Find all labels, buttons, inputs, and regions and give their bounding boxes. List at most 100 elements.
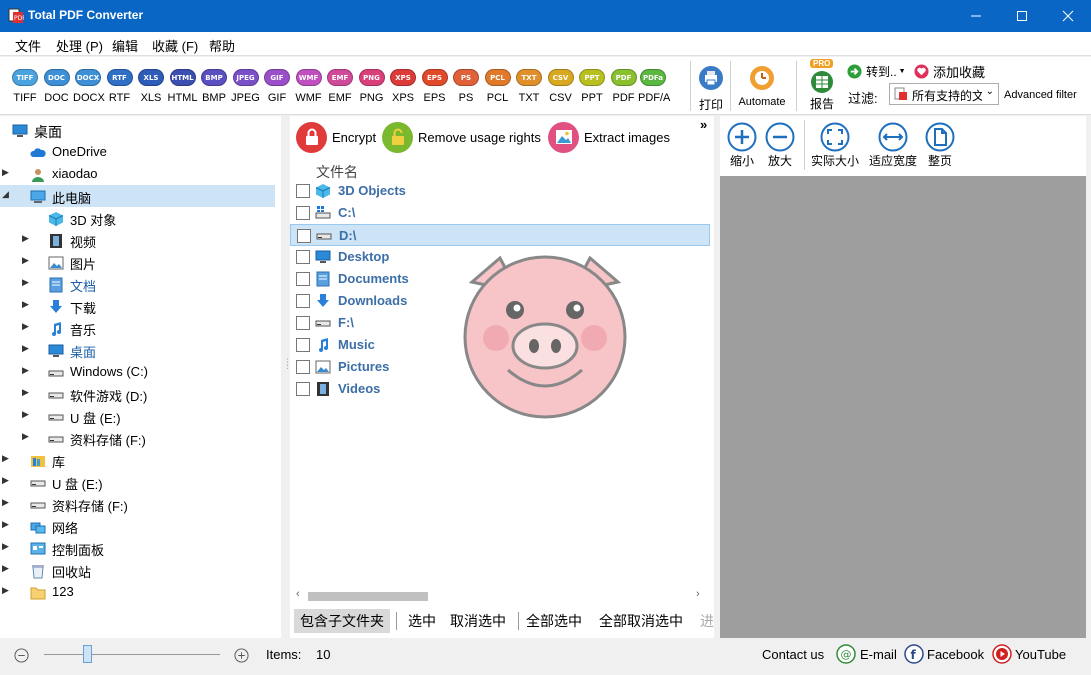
menu-process[interactable]: 处理 (P) bbox=[56, 36, 103, 55]
horizontal-scrollbar[interactable]: ‹ › bbox=[290, 588, 714, 605]
format-button-emf[interactable]: EMF EMF bbox=[325, 69, 355, 104]
file-checkbox[interactable] bbox=[296, 382, 310, 396]
format-button-xps[interactable]: XPS XPS bbox=[388, 69, 418, 104]
expand-arrow-icon[interactable]: ▶ bbox=[22, 299, 32, 310]
extract-images-button[interactable]: Extract images bbox=[548, 121, 670, 153]
format-button-txt[interactable]: TXT TXT bbox=[514, 69, 544, 104]
expand-arrow-icon[interactable]: ▶ bbox=[22, 365, 32, 376]
tree-item[interactable]: ▶ Windows (C:) bbox=[0, 361, 275, 383]
format-button-csv[interactable]: CSV CSV bbox=[546, 69, 576, 104]
expand-arrow-icon[interactable]: ▶ bbox=[2, 167, 12, 178]
menu-favorites[interactable]: 收藏 (F) bbox=[152, 36, 198, 55]
menu-edit[interactable]: 编辑 bbox=[112, 36, 138, 55]
file-checkbox[interactable] bbox=[296, 360, 310, 374]
more-selection-button[interactable]: 进 bbox=[694, 609, 714, 633]
tree-item[interactable]: OneDrive bbox=[0, 141, 275, 163]
tree-item[interactable]: 3D 对象 bbox=[0, 207, 275, 229]
include-subfolders-button[interactable]: 包含子文件夹 bbox=[294, 609, 390, 633]
close-button[interactable] bbox=[1045, 0, 1091, 32]
tree-item[interactable]: ▶ U 盘 (E:) bbox=[0, 471, 275, 493]
format-button-eps[interactable]: EPS EPS bbox=[420, 69, 450, 104]
file-checkbox[interactable] bbox=[296, 338, 310, 352]
tree-item[interactable]: ▶ 视频 bbox=[0, 229, 275, 251]
minimize-button[interactable] bbox=[953, 0, 999, 32]
column-header-filename[interactable]: 文件名 bbox=[316, 162, 358, 182]
zoom-plus-icon[interactable] bbox=[234, 648, 249, 663]
expand-arrow-icon[interactable]: ▶ bbox=[2, 563, 12, 574]
tree-item[interactable]: ▶ U 盘 (E:) bbox=[0, 405, 275, 427]
report-button[interactable]: PRO 报告 bbox=[804, 59, 840, 112]
format-button-html[interactable]: HTML HTML bbox=[168, 69, 198, 104]
file-checkbox[interactable] bbox=[296, 184, 310, 198]
expand-arrow-icon[interactable]: ▶ bbox=[2, 453, 12, 464]
file-row[interactable]: C:\ bbox=[290, 202, 710, 224]
actual-size-button[interactable]: 实际大小 bbox=[808, 122, 862, 169]
tree-item[interactable]: 桌面 bbox=[0, 119, 275, 141]
expand-arrow-icon[interactable]: ▶ bbox=[2, 519, 12, 530]
check-all-button[interactable]: 全部选中 bbox=[520, 609, 588, 633]
tree-item[interactable]: ▶ 网络 bbox=[0, 515, 275, 537]
tree-item[interactable]: ▶ 库 bbox=[0, 449, 275, 471]
automate-button[interactable]: Automate bbox=[736, 65, 788, 108]
file-checkbox[interactable] bbox=[296, 316, 310, 330]
format-button-doc[interactable]: DOC DOC bbox=[42, 69, 72, 104]
expand-arrow-icon[interactable]: ▶ bbox=[22, 277, 32, 288]
print-button[interactable]: 打印 bbox=[696, 65, 726, 113]
expand-arrow-icon[interactable]: ▶ bbox=[2, 585, 12, 596]
expand-arrow-icon[interactable]: ▶ bbox=[22, 255, 32, 266]
maximize-button[interactable] bbox=[999, 0, 1045, 32]
tree-item[interactable]: ▶ 音乐 bbox=[0, 317, 275, 339]
tree-item[interactable]: ▶ xiaodao bbox=[0, 163, 275, 185]
tree-item[interactable]: ▶ 桌面 bbox=[0, 339, 275, 361]
file-checkbox[interactable] bbox=[296, 206, 310, 220]
expand-arrow-icon[interactable]: ▶ bbox=[2, 475, 12, 486]
email-link[interactable]: @ E-mail bbox=[836, 644, 897, 664]
tree-item[interactable]: ▶ 回收站 bbox=[0, 559, 275, 581]
file-checkbox[interactable] bbox=[296, 294, 310, 308]
zoom-slider-track[interactable] bbox=[44, 654, 220, 655]
format-button-pdfa[interactable]: PDFa PDF/A bbox=[638, 69, 670, 104]
tree-item[interactable]: ▶ 软件游戏 (D:) bbox=[0, 383, 275, 405]
format-button-bmp[interactable]: BMP BMP bbox=[199, 69, 229, 104]
filter-select[interactable]: 所有支持的文 ⌄ bbox=[889, 83, 999, 105]
uncheck-all-button[interactable]: 全部取消选中 bbox=[593, 609, 689, 633]
expand-arrow-icon[interactable]: ▶ bbox=[22, 431, 32, 442]
uncheck-button[interactable]: 取消选中 bbox=[444, 609, 512, 633]
fit-width-button[interactable]: 适应宽度 bbox=[866, 122, 920, 169]
format-button-png[interactable]: PNG PNG bbox=[357, 69, 387, 104]
menu-help[interactable]: 帮助 bbox=[209, 36, 235, 55]
expand-arrow-icon[interactable]: ▶ bbox=[22, 409, 32, 420]
expand-arrow-icon[interactable]: ▶ bbox=[2, 497, 12, 508]
encrypt-button[interactable]: Encrypt bbox=[296, 121, 376, 153]
goto-button[interactable]: 转到.. ▼ bbox=[847, 61, 906, 81]
document-preview[interactable] bbox=[720, 176, 1086, 638]
left-splitter[interactable]: ⋮ ⋮ bbox=[281, 116, 292, 638]
format-button-gif[interactable]: GIF GIF bbox=[262, 69, 292, 104]
file-row[interactable]: D:\ bbox=[290, 224, 710, 246]
scroll-left-icon[interactable]: ‹ bbox=[296, 588, 300, 600]
scrollbar-thumb[interactable] bbox=[308, 592, 428, 601]
file-row[interactable]: 3D Objects bbox=[290, 180, 710, 202]
tree-item[interactable]: ▶ 资料存储 (F:) bbox=[0, 427, 275, 449]
expand-arrow-icon[interactable]: ▶ bbox=[22, 387, 32, 398]
format-button-pcl[interactable]: PCL PCL bbox=[483, 69, 513, 104]
format-button-rtf[interactable]: RTF RTF bbox=[105, 69, 135, 104]
contact-us-link[interactable]: Contact us bbox=[762, 647, 824, 662]
tree-item[interactable]: ▶ 下载 bbox=[0, 295, 275, 317]
file-checkbox[interactable] bbox=[296, 250, 310, 264]
full-page-button[interactable]: 整页 bbox=[924, 122, 956, 169]
expand-arrow-icon[interactable]: ◢ bbox=[2, 189, 12, 200]
advanced-filter-link[interactable]: Advanced filter bbox=[1004, 89, 1077, 101]
youtube-link[interactable]: YouTube bbox=[992, 644, 1066, 664]
format-button-docx[interactable]: DOCX DOCX bbox=[73, 69, 105, 104]
format-button-ps[interactable]: PS PS bbox=[451, 69, 481, 104]
add-favorite-button[interactable]: 添加收藏 bbox=[914, 61, 985, 81]
facebook-link[interactable]: f Facebook bbox=[904, 644, 984, 664]
more-actions-button[interactable]: » bbox=[700, 117, 707, 132]
tree-item[interactable]: ▶ 控制面板 bbox=[0, 537, 275, 559]
format-button-wmf[interactable]: WMF WMF bbox=[294, 69, 324, 104]
expand-arrow-icon[interactable]: ▶ bbox=[22, 321, 32, 332]
check-button[interactable]: 选中 bbox=[402, 609, 442, 633]
remove-usage-rights-button[interactable]: Remove usage rights bbox=[382, 121, 541, 153]
tree-item[interactable]: ▶ 123 bbox=[0, 581, 275, 603]
